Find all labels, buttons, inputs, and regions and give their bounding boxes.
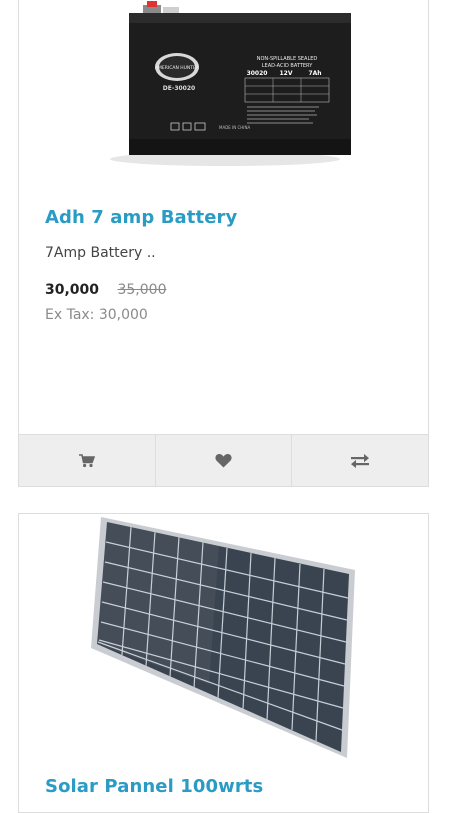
battery-code-text: 30020 (247, 70, 268, 77)
heart-icon (215, 454, 232, 468)
product-price: 30,000 35,000 (45, 282, 166, 298)
product-image-link[interactable]: AMERICAN HUNTER DE-30020 NON-SPILLABLE S… (19, 0, 428, 184)
product-title-link[interactable]: Solar Pannel 100wrts (45, 776, 263, 797)
add-to-cart-button[interactable] (18, 435, 155, 487)
product-title-link[interactable]: Adh 7 amp Battery (45, 207, 237, 228)
battery-voltage-text: 12V (280, 70, 293, 77)
battery-brand-text: AMERICAN HUNTER (155, 65, 199, 71)
solar-panel-image (91, 517, 355, 758)
battery-capacity-text: 7Ah (308, 70, 321, 77)
battery-type-text-1: NON-SPILLABLE SEALED (257, 56, 318, 62)
price-old: 35,000 (117, 282, 167, 298)
cart-icon (78, 453, 95, 467)
product-description: 7Amp Battery .. (45, 245, 156, 261)
battery-type-text-2: LEAD-ACID BATTERY (262, 63, 313, 69)
battery-image: AMERICAN HUNTER DE-30020 NON-SPILLABLE S… (110, 1, 351, 166)
product-card: Solar Pannel 100wrts (18, 513, 429, 813)
product-image-link[interactable] (19, 514, 428, 759)
battery-madein-text: MADE IN CHINA (219, 125, 250, 130)
price-new: 30,000 (45, 282, 100, 298)
product-button-group (18, 434, 430, 487)
compare-button[interactable] (291, 435, 430, 487)
add-to-wishlist-button[interactable] (154, 435, 292, 487)
product-card: AMERICAN HUNTER DE-30020 NON-SPILLABLE S… (18, 0, 430, 487)
battery-model-text: DE-30020 (163, 85, 195, 92)
price-ex-tax: Ex Tax: 30,000 (45, 307, 148, 323)
compare-icon (351, 453, 370, 468)
